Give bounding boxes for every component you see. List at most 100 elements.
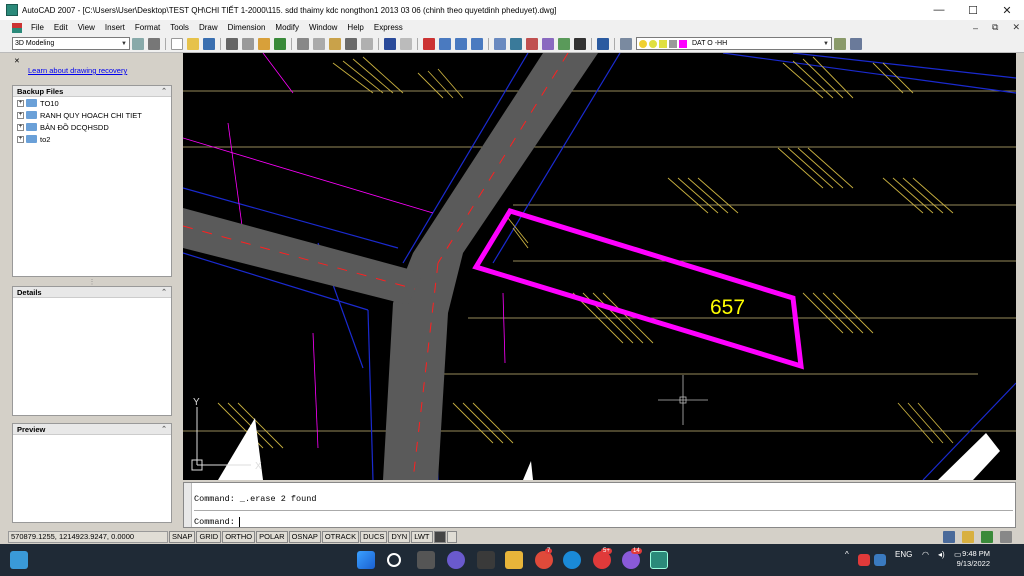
menu-window[interactable]: Window — [304, 23, 342, 32]
language-indicator[interactable]: ENG — [895, 550, 912, 559]
zoom-realtime-icon[interactable] — [439, 37, 451, 50]
start-icon[interactable] — [357, 551, 375, 569]
polar-toggle[interactable]: POLAR — [256, 530, 288, 543]
osnap-toggle[interactable]: OSNAP — [288, 530, 321, 543]
command-prompt[interactable]: Command: — [194, 517, 245, 527]
recovery-help-link[interactable]: Learn about drawing recovery — [28, 66, 127, 75]
lock-icon[interactable] — [962, 530, 974, 543]
ducs-toggle[interactable]: DUCS — [360, 530, 388, 543]
snap-toggle[interactable]: SNAP — [169, 530, 196, 543]
antivirus-icon[interactable] — [858, 554, 870, 566]
collapse-icon[interactable]: ⌃ — [161, 425, 167, 433]
sheet-set-icon[interactable] — [542, 37, 554, 50]
light-bulb-icon[interactable] — [639, 39, 647, 48]
help-icon[interactable] — [597, 37, 609, 50]
collapse-icon[interactable]: ⌃ — [161, 288, 167, 296]
cut-icon[interactable] — [297, 37, 309, 50]
markup-icon[interactable] — [558, 37, 570, 50]
menu-help[interactable]: Help — [342, 23, 368, 32]
make-current-layer-icon[interactable] — [834, 37, 846, 50]
pan-icon[interactable] — [423, 37, 435, 50]
minimize-button[interactable]: — — [922, 0, 956, 20]
zoom-window-icon[interactable] — [455, 37, 467, 50]
tray-app-icon[interactable] — [874, 554, 886, 566]
otrack-toggle[interactable]: OTRACK — [321, 530, 360, 543]
task-switch-icon[interactable] — [417, 551, 435, 569]
viewport-icon[interactable] — [659, 39, 667, 48]
menu-format[interactable]: Format — [130, 23, 165, 32]
sun-icon[interactable] — [649, 39, 657, 48]
doc-restore-button[interactable]: ⧉ — [992, 22, 998, 33]
dyn-toggle[interactable]: DYN — [388, 530, 411, 543]
grid-toggle[interactable]: GRID — [196, 530, 222, 543]
menu-tools[interactable]: Tools — [165, 23, 194, 32]
autocad-app-icon[interactable] — [6, 4, 18, 16]
selected-parcel[interactable] — [472, 208, 804, 370]
menu-edit[interactable]: Edit — [49, 23, 73, 32]
command-line[interactable]: Command: _.erase 2 found Command: — [183, 482, 1016, 528]
menu-dimension[interactable]: Dimension — [223, 23, 271, 32]
layer-select[interactable]: DAT O -HH ▼ — [636, 37, 832, 50]
close-button[interactable]: ✕ — [990, 0, 1024, 20]
layer-previous-icon[interactable] — [850, 37, 862, 50]
model-space-icon[interactable] — [433, 530, 446, 543]
backup-files-header[interactable]: Backup Files ⌃ — [13, 86, 171, 97]
design-center-icon[interactable] — [510, 37, 522, 50]
edge-icon[interactable] — [563, 551, 581, 569]
calculator-icon[interactable] — [574, 37, 586, 50]
block-editor-icon[interactable] — [361, 37, 373, 50]
properties-icon[interactable] — [494, 37, 506, 50]
expand-icon[interactable]: + — [17, 111, 24, 119]
plot-icon[interactable] — [226, 37, 238, 50]
maximize-button[interactable]: ☐ — [956, 0, 990, 20]
redo-icon[interactable] — [400, 37, 412, 50]
undo-icon[interactable] — [384, 37, 396, 50]
tree-item[interactable]: + BẢN ĐỒ DCQHSDD — [13, 121, 171, 133]
ortho-toggle[interactable]: ORTHO — [222, 530, 256, 543]
drawing-canvas[interactable]: 657 Y X — [183, 53, 1016, 480]
communication-center-icon[interactable] — [943, 530, 955, 543]
chevron-up-icon[interactable]: ^ — [845, 550, 849, 559]
plot-preview-icon[interactable] — [242, 37, 254, 50]
open-file-icon[interactable] — [187, 37, 199, 50]
chat-icon[interactable] — [447, 551, 465, 569]
search-icon[interactable] — [387, 553, 401, 567]
file-explorer-icon[interactable] — [505, 551, 523, 569]
resize-grip[interactable]: ⋮ — [12, 278, 172, 286]
tree-item[interactable]: + to2 — [13, 133, 171, 145]
expand-icon[interactable]: + — [17, 135, 24, 143]
volume-icon[interactable]: ◂) — [938, 550, 945, 559]
menu-file[interactable]: File — [26, 23, 49, 32]
tree-item[interactable]: + TO10 — [13, 97, 171, 109]
menu-view[interactable]: View — [73, 23, 100, 32]
menu-modify[interactable]: Modify — [270, 23, 304, 32]
collapse-icon[interactable]: ⌃ — [161, 87, 167, 95]
paste-icon[interactable] — [329, 37, 341, 50]
wifi-icon[interactable]: ◠ — [922, 550, 929, 559]
autocad-taskbar-icon[interactable] — [650, 551, 668, 569]
clean-screen-icon[interactable] — [1000, 530, 1012, 543]
lwt-toggle[interactable]: LWT — [411, 530, 433, 543]
lock-icon[interactable] — [669, 39, 677, 48]
zoom-previous-icon[interactable] — [471, 37, 483, 50]
system-clock[interactable]: 9:48 PM 9/13/2022 — [957, 549, 990, 569]
doc-minimize-button[interactable]: – — [973, 23, 978, 33]
drawing-icon[interactable] — [12, 22, 22, 33]
workspace-settings-icon[interactable] — [132, 37, 144, 50]
tray-settings-icon[interactable] — [981, 530, 993, 543]
workspace-select[interactable]: 3D Modeling ▼ — [12, 37, 130, 50]
match-properties-icon[interactable] — [345, 37, 357, 50]
menu-insert[interactable]: Insert — [100, 23, 130, 32]
task-view-icon[interactable] — [10, 551, 28, 569]
tree-item[interactable]: + RANH QUY HOACH CHI TIET — [13, 109, 171, 121]
layer-manager-icon[interactable] — [620, 37, 632, 50]
menu-draw[interactable]: Draw — [194, 23, 223, 32]
copy-icon[interactable] — [313, 37, 325, 50]
maximize-viewport-icon[interactable] — [446, 530, 457, 543]
publish-icon[interactable] — [258, 37, 270, 50]
coordinate-readout[interactable]: 570879.1255, 1214923.9247, 0.0000 — [8, 530, 168, 543]
close-icon[interactable]: ✕ — [14, 57, 20, 65]
new-file-icon[interactable] — [171, 37, 183, 50]
save-icon[interactable] — [203, 37, 215, 50]
menu-express[interactable]: Express — [369, 23, 408, 32]
